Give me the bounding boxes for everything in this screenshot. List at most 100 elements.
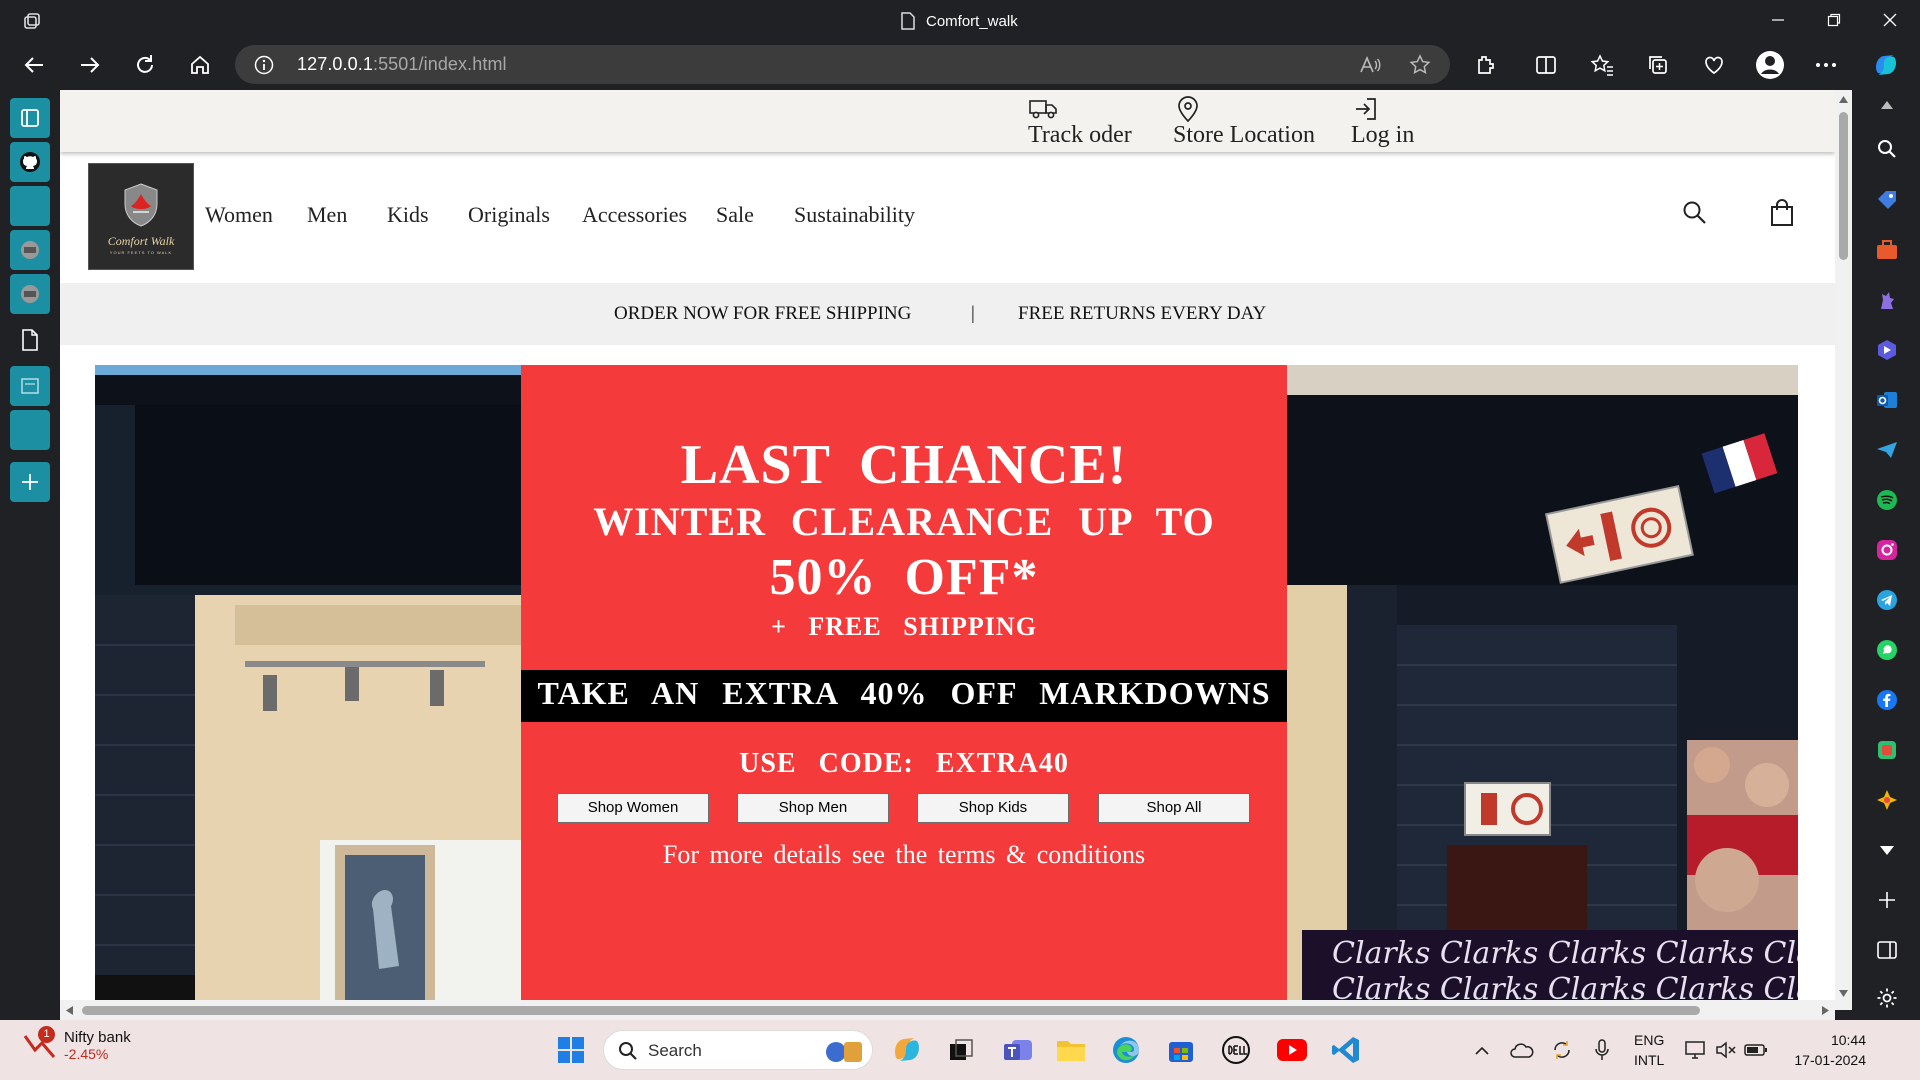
input-language[interactable]: ENG INTL [1634,1030,1664,1070]
forward-button[interactable] [72,47,108,83]
instagram-icon[interactable] [1872,535,1902,565]
shop-kids-button[interactable]: Shop Kids [917,793,1069,823]
clock[interactable]: 10:44 17-01-2024 [1786,1030,1866,1070]
terms-link[interactable]: For more details see the terms & conditi… [521,840,1287,870]
promo-strip: ORDER NOW FOR FREE SHIPPING | FREE RETUR… [60,283,1835,345]
nav-kids[interactable]: Kids [387,202,429,228]
search-placeholder: Search [648,1041,702,1060]
stock-name: Nifty bank [64,1028,131,1046]
microphone-icon[interactable] [1586,1034,1618,1066]
vscode-icon[interactable] [1330,1034,1362,1066]
nav-sustainability[interactable]: Sustainability [794,202,915,228]
minimize-button[interactable] [1750,0,1806,40]
tab-icon[interactable] [10,410,50,450]
shopping-tag-icon[interactable] [1872,185,1902,215]
teams-icon[interactable] [1002,1034,1034,1066]
horizontal-scrollbar[interactable] [60,1000,1835,1020]
drop-icon[interactable] [1872,435,1902,465]
telegram-icon[interactable] [1872,585,1902,615]
document-tab-icon[interactable] [10,320,50,360]
spotify-icon[interactable] [1872,485,1902,515]
copilot-taskbar-icon[interactable] [891,1034,923,1066]
horizontal-scroll-thumb[interactable] [82,1006,1700,1015]
battery-icon[interactable] [1740,1034,1772,1066]
address-bar[interactable]: 127.0.0.1:5501/index.html [235,45,1450,84]
nav-originals[interactable]: Originals [468,202,550,228]
shopping-bag-icon[interactable] [1767,198,1797,228]
refresh-button[interactable] [127,47,163,83]
tab-icon[interactable] [10,186,50,226]
taskbar-search[interactable]: Search [603,1030,873,1070]
network-icon[interactable] [1680,1034,1712,1066]
scroll-up-icon[interactable] [1872,90,1902,120]
task-view-icon[interactable] [945,1034,977,1066]
github-tab-icon[interactable] [10,142,50,182]
stock-widget[interactable]: 1 Nifty bank -2.45% [22,1026,131,1062]
whatsapp-icon[interactable] [1872,635,1902,665]
search-highlight-icon [826,1042,862,1062]
url-path: :5501/index.html [372,54,507,74]
office-icon[interactable] [1872,735,1902,765]
search-icon[interactable] [1680,198,1710,228]
browser-essentials-button[interactable] [1696,47,1732,83]
settings-gear-icon[interactable] [1872,983,1902,1013]
back-button[interactable] [16,47,52,83]
site-logo[interactable]: Comfort Walk YOUR FEETS TO WALK [88,163,194,270]
banner-headline: LAST CHANCE! [680,434,1128,496]
notification-badge: 1 [38,1026,55,1043]
edge-browser-icon[interactable] [1110,1034,1142,1066]
vertical-scrollbar[interactable] [1835,90,1852,1010]
search-icon[interactable] [1872,134,1902,164]
cloud-icon[interactable] [1506,1034,1538,1066]
close-button[interactable] [1862,0,1918,40]
favorites-button[interactable] [1584,47,1620,83]
nav-women[interactable]: Women [205,202,273,228]
extensions-button[interactable] [1467,47,1503,83]
copilot-icon[interactable] [1868,47,1904,83]
home-button[interactable] [182,47,218,83]
collections-button[interactable] [1640,47,1676,83]
tab-actions-icon[interactable] [10,98,50,138]
nav-accessories[interactable]: Accessories [582,202,687,228]
url-text[interactable]: 127.0.0.1:5501/index.html [297,54,507,75]
volume-muted-icon[interactable] [1710,1034,1742,1066]
dell-icon[interactable] [1220,1034,1252,1066]
store-icon[interactable] [1165,1034,1197,1066]
app-icon[interactable] [1872,785,1902,815]
youtube-icon[interactable] [1276,1034,1308,1066]
new-tab-button[interactable] [10,462,50,502]
vertical-scroll-thumb[interactable] [1839,112,1848,260]
file-explorer-icon[interactable] [1055,1034,1087,1066]
restore-button[interactable] [1806,0,1862,40]
page-tab-icon[interactable] [10,366,50,406]
start-button[interactable] [555,1034,587,1066]
tools-icon[interactable] [1872,235,1902,265]
sync-icon[interactable] [1546,1034,1578,1066]
outlook-icon[interactable] [1872,385,1902,415]
localhost-tab-icon[interactable] [10,230,50,270]
games-icon[interactable] [1872,285,1902,315]
copilot-sidebar-icon[interactable] [1872,335,1902,365]
nav-men[interactable]: Men [307,202,347,228]
shop-all-button[interactable]: Shop All [1098,793,1250,823]
location-pin-icon [1173,94,1203,124]
favorite-star-icon[interactable] [1408,53,1432,77]
stock-down-icon: 1 [22,1026,56,1062]
sidebar-toggle-icon[interactable] [1872,935,1902,965]
facebook-icon[interactable] [1872,685,1902,715]
localhost-tab-icon[interactable] [10,274,50,314]
more-menu-button[interactable] [1808,47,1844,83]
shop-women-button[interactable]: Shop Women [557,793,709,823]
read-aloud-icon[interactable] [1358,53,1382,77]
chevron-up-icon[interactable] [1466,1034,1498,1066]
split-screen-button[interactable] [1528,47,1564,83]
dropdown-icon[interactable] [1872,835,1902,865]
store-photo-left [95,365,521,1000]
site-info-icon[interactable] [253,54,275,76]
search-icon [619,1042,637,1060]
add-icon[interactable] [1872,885,1902,915]
workspaces-icon[interactable] [20,9,44,33]
shop-men-button[interactable]: Shop Men [737,793,889,823]
nav-sale[interactable]: Sale [716,202,754,228]
profile-avatar[interactable] [1752,47,1788,83]
